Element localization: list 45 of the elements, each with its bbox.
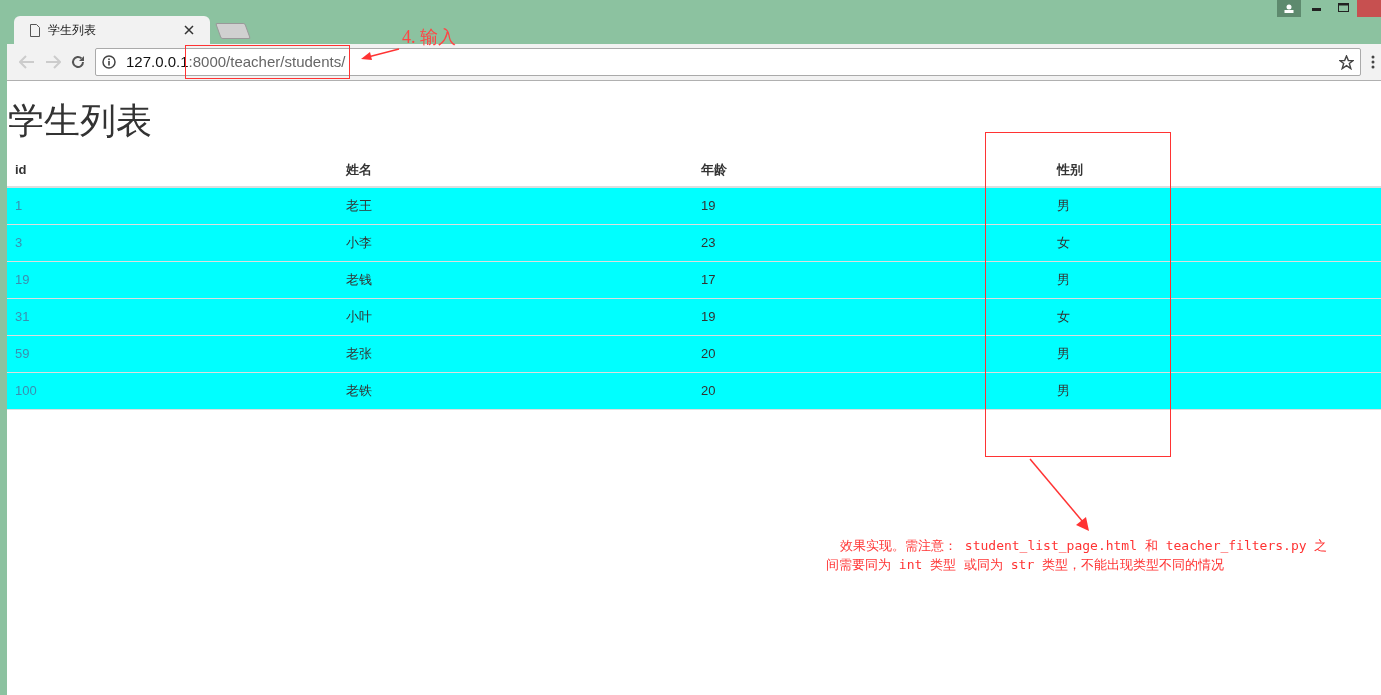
table-cell: 男	[1057, 198, 1070, 214]
note-text: 效果实现。需注意： student_list_page.html 和 teacher_filters.py 之	[839, 537, 1328, 555]
column-header: 年龄	[701, 161, 727, 177]
table-cell: 23	[701, 235, 716, 251]
table-cell: 女	[1057, 235, 1070, 251]
step-label: 4. 输入	[402, 26, 456, 48]
table-cell: 1	[15, 198, 23, 214]
page-heading: 学生列表	[7, 99, 153, 143]
table-cell: 男	[1057, 346, 1070, 362]
table-cell: 老铁	[346, 383, 372, 399]
page-icon	[30, 23, 40, 37]
table-cell: 31	[15, 309, 30, 325]
close-icon[interactable]	[184, 25, 194, 35]
table-cell: 老钱	[346, 272, 372, 288]
maximize-icon[interactable]	[1338, 3, 1349, 12]
column-header: 姓名	[346, 161, 372, 177]
reload-icon[interactable]	[71, 55, 85, 69]
profile-button[interactable]	[1277, 0, 1301, 17]
column-header: 性别	[1057, 161, 1083, 177]
table-cell: 20	[701, 383, 716, 399]
table-cell: 19	[701, 309, 716, 325]
url-path: :8000/teacher/students/	[188, 52, 346, 70]
table-cell: 3	[15, 235, 23, 251]
annotation-arrow	[360, 48, 400, 62]
table-cell: 老张	[346, 346, 372, 362]
table-cell: 20	[701, 346, 716, 362]
person-icon	[1284, 4, 1294, 13]
star-icon[interactable]	[1339, 54, 1354, 70]
tab-title: 学生列表	[48, 22, 96, 39]
note-text: 间需要同为 int 类型 或同为 str 类型，不能出现类型不同的情况	[826, 556, 1226, 574]
table-cell: 男	[1057, 272, 1070, 288]
browser-tab[interactable]: 学生列表	[14, 16, 210, 44]
table-cell: 小叶	[346, 309, 372, 325]
table-cell: 小李	[346, 235, 372, 251]
column-header: id	[15, 161, 27, 177]
table-cell: 19	[15, 272, 30, 288]
table-cell: 男	[1057, 383, 1070, 399]
info-icon	[102, 55, 116, 69]
table-cell: 17	[701, 272, 716, 288]
menu-icon[interactable]	[1371, 55, 1375, 69]
table-cell: 59	[15, 346, 30, 362]
table-cell: 19	[701, 198, 716, 214]
table-cell: 女	[1057, 309, 1070, 325]
table-cell: 老王	[346, 198, 372, 214]
table-cell: 100	[15, 383, 37, 399]
